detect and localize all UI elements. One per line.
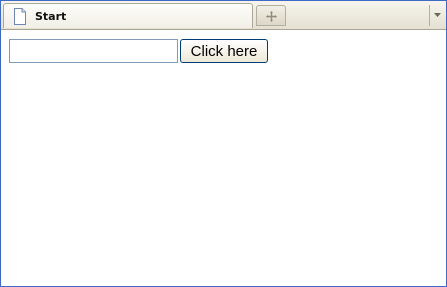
- tab-label: Start: [35, 10, 67, 23]
- page-content: Click here: [1, 30, 446, 286]
- tab-start[interactable]: Start: [3, 3, 253, 28]
- text-input[interactable]: [9, 39, 178, 63]
- browser-window: Start Click here: [0, 0, 447, 287]
- document-icon: [13, 8, 27, 25]
- chevron-down-icon: [434, 13, 441, 17]
- tab-bar: Start: [1, 1, 446, 30]
- new-tab-button[interactable]: [256, 5, 286, 26]
- tab-list-button[interactable]: [429, 5, 445, 26]
- click-here-button[interactable]: Click here: [180, 39, 268, 63]
- new-tab-icon: [266, 11, 277, 22]
